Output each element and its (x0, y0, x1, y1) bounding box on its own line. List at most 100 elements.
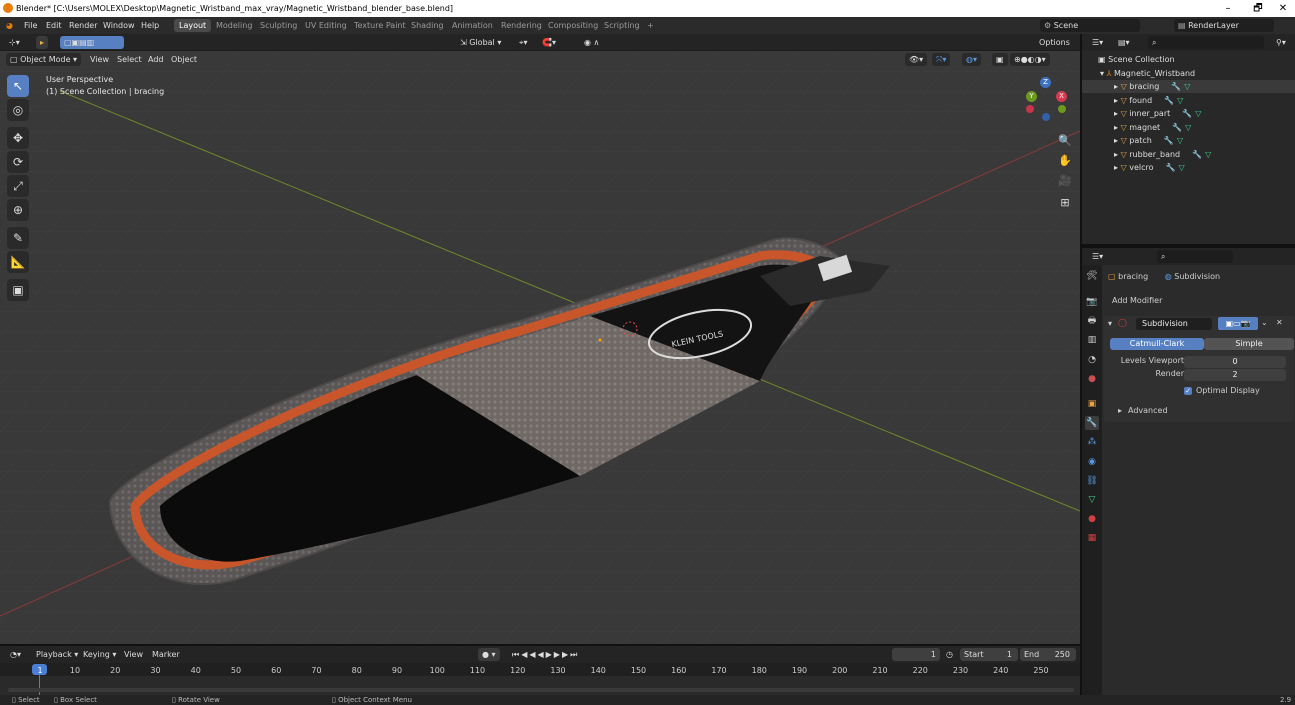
menu-window[interactable]: Window (103, 17, 135, 34)
collapse-arrow-icon[interactable]: ▾ (1108, 319, 1112, 328)
add-workspace-button[interactable]: + (642, 19, 659, 32)
gizmo-y-axis[interactable]: Y (1026, 91, 1037, 102)
outliner-item-rubber-band[interactable]: ▸ ▽ rubber_band 🔧 ▽ (1082, 148, 1295, 161)
menu-help[interactable]: Help (141, 17, 159, 34)
gizmo-neg-z[interactable] (1042, 113, 1050, 121)
editor-type-icon[interactable]: ⊹▾ (5, 36, 24, 49)
select-mode-icon[interactable]: ▸ (36, 36, 49, 49)
record-icon[interactable]: ● ▾ (478, 648, 500, 661)
timeline-menu-playback[interactable]: Playback ▾ (36, 646, 78, 663)
render-levels-field[interactable]: 2 (1184, 369, 1286, 381)
menu-file[interactable]: File (24, 17, 37, 34)
menu-edit[interactable]: Edit (46, 17, 62, 34)
outliner-item-velcro[interactable]: ▸ ▽ velcro 🔧 ▽ (1082, 161, 1295, 174)
camera-view-icon[interactable]: 🎥 (1057, 173, 1073, 189)
catmull-clark-button[interactable]: Catmull-Clark (1110, 338, 1204, 350)
navigation-gizmo[interactable]: Z Y X (1024, 77, 1070, 123)
outliner-collection[interactable]: ▾ ⅄ Magnetic_Wristband (1082, 67, 1295, 80)
outliner-item-patch[interactable]: ▸ ▽ patch 🔧 ▽ (1082, 134, 1295, 147)
timeline-scrollbar[interactable] (8, 688, 1074, 692)
tab-uv-editing[interactable]: UV Editing (300, 19, 352, 32)
view-layer-tab-icon[interactable]: ▥ (1085, 333, 1099, 347)
proportional-edit-icon[interactable]: ◉ ∧ (580, 36, 604, 49)
menu-add[interactable]: Add (148, 51, 164, 68)
zoom-icon[interactable]: 🔍 (1057, 133, 1073, 149)
visibility-icon[interactable]: 👁▾ (905, 53, 928, 66)
menu-select[interactable]: Select (117, 51, 142, 68)
clock-icon[interactable]: ◷ (946, 646, 953, 663)
properties-search-input[interactable]: ⌕ (1157, 250, 1233, 263)
gizmo-neg-x[interactable] (1026, 105, 1034, 113)
display-mode-icon[interactable]: ▤▾ (1114, 36, 1134, 49)
move-tool-icon[interactable]: ✥ (7, 127, 29, 149)
measure-tool-icon[interactable]: 📐 (7, 251, 29, 273)
tab-shading[interactable]: Shading (406, 19, 449, 32)
tab-sculpting[interactable]: Sculpting (255, 19, 302, 32)
filter-icon[interactable]: ⚲▾ (1272, 36, 1290, 49)
minimize-button[interactable]: – (1213, 0, 1243, 17)
modifier-dropdown-icon[interactable]: ⌄ (1261, 318, 1268, 327)
outliner-search-input[interactable]: ⌕ (1148, 36, 1264, 49)
world-tab-icon[interactable]: ● (1085, 372, 1099, 386)
pan-hand-icon[interactable]: ✋ (1057, 153, 1073, 169)
optimal-display-checkbox[interactable]: ✓ (1184, 387, 1192, 395)
timeline-menu-keying[interactable]: Keying ▾ (83, 646, 116, 663)
menu-view[interactable]: View (90, 51, 109, 68)
xray-icon[interactable]: ▣ (992, 53, 1008, 66)
render-tab-icon[interactable]: 📷 (1085, 295, 1099, 309)
timeline-editor-icon[interactable]: ◔▾ (6, 648, 25, 661)
tab-modeling[interactable]: Modeling (211, 19, 257, 32)
constraints-tab-icon[interactable]: ⛓ (1085, 474, 1099, 488)
material-tab-icon[interactable]: ● (1085, 512, 1099, 526)
outliner-editor-icon[interactable]: ☰▾ (1088, 36, 1108, 49)
tab-layout[interactable]: Layout (174, 19, 212, 32)
tab-compositing[interactable]: Compositing (543, 19, 603, 32)
3d-viewport[interactable]: KLEIN TOOLS ↖ ◎ ✥ ⟳ ⤢ ⊕ ✎ 📐 ▣ User Persp… (0, 51, 1080, 644)
outliner-scene-collection[interactable]: ▣ Scene Collection (1082, 53, 1295, 66)
data-tab-icon[interactable]: ▽ (1085, 493, 1099, 507)
tab-scripting[interactable]: Scripting (599, 19, 645, 32)
menu-render[interactable]: Render (69, 17, 97, 34)
menu-object[interactable]: Object (171, 51, 197, 68)
transform-orientation[interactable]: ⇲ Global ▾ (456, 36, 506, 49)
advanced-subpanel[interactable]: Advanced (1128, 406, 1168, 415)
grid-ortho-icon[interactable]: ⊞ (1057, 195, 1073, 211)
gizmo-x-axis[interactable]: X (1056, 91, 1067, 102)
output-tab-icon[interactable]: 🖶 (1085, 314, 1099, 328)
gizmo-neg-y[interactable] (1058, 105, 1066, 113)
playback-controls-icons[interactable]: ⏮◀◀◀▶▶▶⏭ (508, 648, 588, 661)
gizmo-z-axis[interactable]: Z (1040, 77, 1051, 88)
vertical-divider[interactable] (1080, 34, 1082, 695)
scene-selector[interactable]: ⚙ Scene (1040, 19, 1140, 32)
transform-tool-icon[interactable]: ⊕ (7, 199, 29, 221)
annotate-tool-icon[interactable]: ✎ (7, 227, 29, 249)
outliner-item-magnet[interactable]: ▸ ▽ magnet 🔧 ▽ (1082, 121, 1295, 134)
particles-tab-icon[interactable]: ⁂ (1085, 435, 1099, 449)
timeline-menu-marker[interactable]: Marker (152, 646, 180, 663)
properties-editor-icon[interactable]: ☰▾ (1088, 250, 1108, 263)
selection-mode-icons[interactable]: ▢▣▤▥ (60, 36, 124, 49)
gizmo-toggle-icon[interactable]: ⤧▾ (932, 53, 951, 66)
overlay-toggle-icon[interactable]: ◍▾ (962, 53, 981, 66)
simple-button[interactable]: Simple (1204, 338, 1294, 350)
snap-icon[interactable]: 🧲▾ (538, 36, 560, 49)
close-button[interactable]: ✕ (1268, 0, 1295, 17)
horizontal-divider[interactable] (1082, 244, 1295, 248)
start-frame-field[interactable]: Start 1 (960, 648, 1018, 661)
tab-animation[interactable]: Animation (447, 19, 498, 32)
end-frame-field[interactable]: End 250 (1020, 648, 1076, 661)
rotate-tool-icon[interactable]: ⟳ (7, 151, 29, 173)
outliner-item-bracing[interactable]: ▸ ▽ bracing 🔧 ▽ (1082, 80, 1295, 93)
timeline-divider[interactable] (0, 644, 1080, 646)
texture-tab-icon[interactable]: ▦ (1085, 531, 1099, 545)
object-mode-dropdown[interactable]: ▢ Object Mode ▾ (6, 53, 82, 66)
shading-modes-icons[interactable]: ⊕●◐◑▾ (1010, 53, 1050, 66)
scene-tab-icon[interactable]: ◔ (1085, 353, 1099, 367)
current-frame-field[interactable]: 1 (892, 648, 940, 661)
tab-texture-paint[interactable]: Texture Paint (349, 19, 411, 32)
modifier-name-field[interactable]: Subdivision (1136, 318, 1212, 330)
blender-menu-icon[interactable]: ◕ (6, 17, 13, 34)
outliner-item-inner-part[interactable]: ▸ ▽ inner_part 🔧 ▽ (1082, 107, 1295, 120)
advanced-arrow-icon[interactable]: ▸ (1118, 406, 1122, 415)
outliner-item-found[interactable]: ▸ ▽ found 🔧 ▽ (1082, 94, 1295, 107)
